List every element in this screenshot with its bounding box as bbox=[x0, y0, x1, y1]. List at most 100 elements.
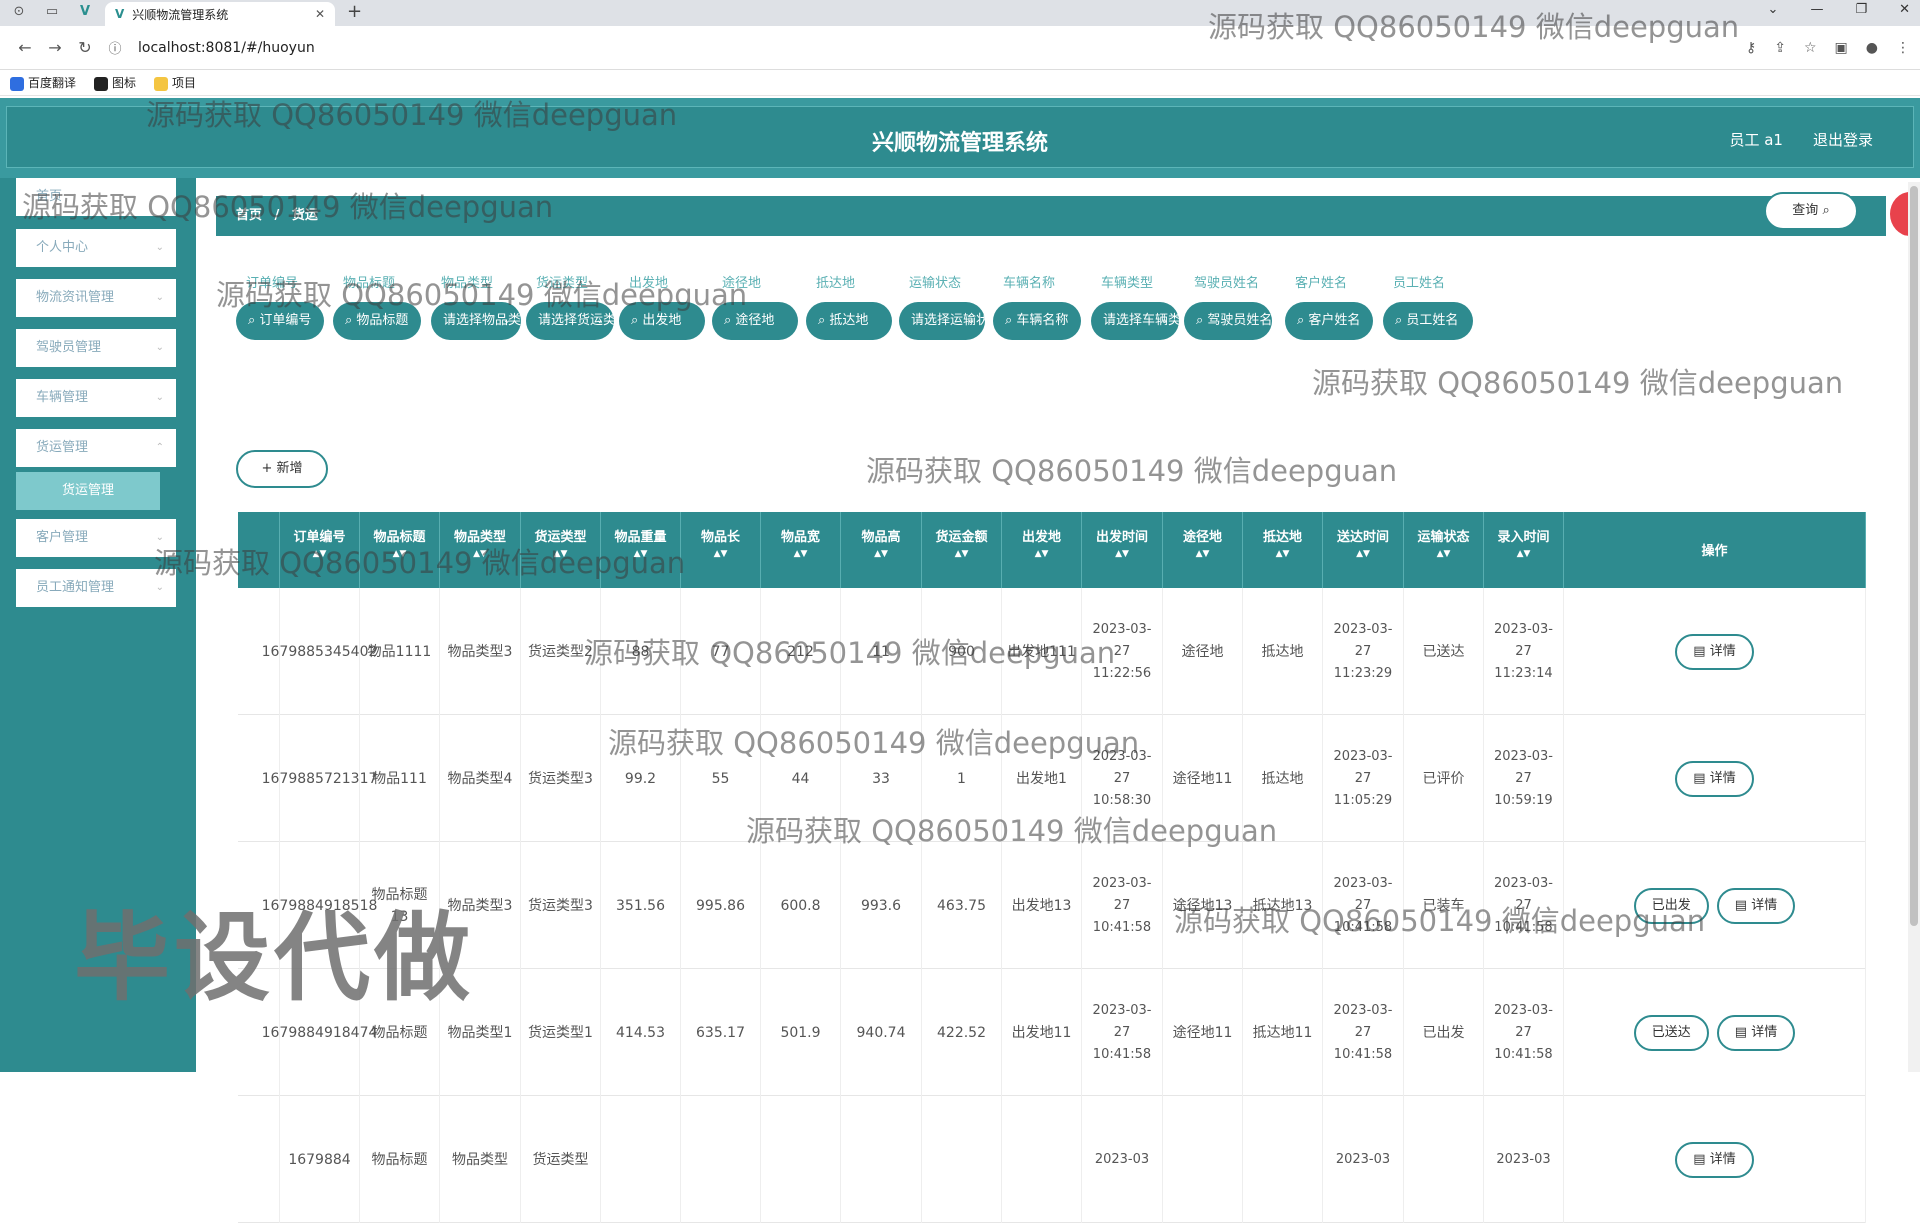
column-header[interactable]: 货运类型 ▲​▼ bbox=[521, 512, 601, 588]
column-header[interactable]: 出发地 ▲​▼ bbox=[1002, 512, 1082, 588]
sort-icon[interactable]: ▲​▼ bbox=[521, 550, 600, 559]
sort-icon[interactable]: ▲​▼ bbox=[1404, 550, 1483, 559]
filter-input[interactable]: ⌕ 员工姓名 bbox=[1383, 302, 1473, 340]
filter-input[interactable]: ⌕ 驾驶员姓名 bbox=[1184, 302, 1272, 340]
column-header[interactable]: 送达时间 ▲​▼ bbox=[1323, 512, 1404, 588]
sort-icon[interactable]: ▲​▼ bbox=[1323, 550, 1403, 559]
status-button[interactable]: 已送达 bbox=[1633, 1014, 1709, 1051]
sort-icon[interactable]: ▲​▼ bbox=[1243, 550, 1322, 559]
sidebar-subitem-freight[interactable]: 货运管理 bbox=[16, 472, 160, 510]
status-button[interactable]: 已出发 bbox=[1633, 887, 1709, 924]
close-tab-icon[interactable]: ✕ bbox=[315, 7, 325, 21]
sidebar-item-vehicles[interactable]: 车辆管理 ⌄ bbox=[16, 379, 176, 417]
table-cell: 351.56 bbox=[601, 842, 681, 969]
url-input[interactable]: localhost:8081/#/huoyun bbox=[138, 40, 315, 56]
restore-icon[interactable]: ❐ bbox=[1855, 2, 1867, 17]
column-header[interactable]: 订单编号 ▲​▼ bbox=[280, 512, 360, 588]
table-cell: 货运类型2 bbox=[521, 588, 601, 715]
column-header[interactable]: 物品宽 ▲​▼ bbox=[761, 512, 841, 588]
sort-icon[interactable]: ▲​▼ bbox=[681, 550, 760, 559]
browser-tab-active[interactable]: V 兴顺物流管理系统 ✕ bbox=[105, 2, 335, 26]
filter-input[interactable]: ⌕ 途径地 bbox=[712, 302, 798, 340]
bookmark-item[interactable]: 项目 bbox=[154, 74, 196, 91]
sort-icon[interactable]: ▲​▼ bbox=[841, 550, 921, 559]
table-cell: 2023-03-27 10:59:19 bbox=[1484, 715, 1564, 842]
sort-icon[interactable]: ▲​▼ bbox=[922, 550, 1001, 559]
filter-input[interactable]: ⌕ 客户姓名 bbox=[1285, 302, 1373, 340]
sort-icon[interactable]: ▲​▼ bbox=[761, 550, 840, 559]
column-header[interactable]: 出发时间 ▲​▼ bbox=[1082, 512, 1163, 588]
sort-icon[interactable]: ▲​▼ bbox=[1082, 550, 1162, 559]
detail-button[interactable]: ▤ 详情 bbox=[1675, 633, 1754, 670]
column-header[interactable]: 物品类型 ▲​▼ bbox=[440, 512, 521, 588]
sidebar-item-home[interactable]: 首页 bbox=[16, 178, 176, 216]
column-header[interactable]: 录入时间 ▲​▼ bbox=[1484, 512, 1564, 588]
sort-icon[interactable]: ▲​▼ bbox=[1002, 550, 1081, 559]
column-header[interactable]: 抵达地 ▲​▼ bbox=[1243, 512, 1323, 588]
scrollbar-thumb[interactable] bbox=[1910, 186, 1918, 926]
logout-link[interactable]: 退出登录 bbox=[1813, 129, 1873, 150]
sort-icon[interactable]: ▲​▼ bbox=[601, 550, 680, 559]
sort-icon[interactable]: ▲​▼ bbox=[360, 550, 439, 559]
filter-input[interactable]: ⌕ 物品标题 bbox=[333, 302, 421, 340]
column-header[interactable]: 运输状态 ▲​▼ bbox=[1404, 512, 1484, 588]
add-button[interactable]: + 新增 bbox=[236, 450, 328, 488]
sidebar-item-freight[interactable]: 货运管理 ⌃ bbox=[16, 429, 176, 467]
close-window-icon[interactable]: ✕ bbox=[1899, 2, 1910, 17]
sort-icon[interactable]: ▲​▼ bbox=[440, 550, 520, 559]
share-icon[interactable]: ⇪ bbox=[1774, 40, 1786, 56]
sidebar-item-drivers[interactable]: 驾驶员管理 ⌄ bbox=[16, 329, 176, 367]
page-scrollbar[interactable] bbox=[1908, 182, 1920, 1072]
filter-input[interactable]: ⌕ 车辆名称 bbox=[993, 302, 1081, 340]
detail-button[interactable]: ▤ 详情 bbox=[1716, 887, 1796, 924]
folder-icon bbox=[154, 76, 169, 91]
column-header[interactable]: 途径地 ▲​▼ bbox=[1163, 512, 1243, 588]
filter-input[interactable]: ⌕ 出发地 bbox=[619, 302, 705, 340]
column-header[interactable]: 物品标题 ▲​▼ bbox=[360, 512, 440, 588]
filter-input[interactable]: ⌕ 订单编号 bbox=[236, 302, 324, 340]
table-cell: 2023-03-27 10:41:58 bbox=[1484, 969, 1564, 1096]
breadcrumb-home[interactable]: 首页 bbox=[236, 208, 262, 223]
column-header[interactable]: 物品长 ▲​▼ bbox=[681, 512, 761, 588]
header-inner: 兴顺物流管理系统 员工 a1 退出登录 bbox=[6, 106, 1914, 168]
bookmark-item[interactable]: 图标 bbox=[94, 74, 136, 91]
column-header[interactable]: 物品重量 ▲​▼ bbox=[601, 512, 681, 588]
back-icon[interactable]: ← bbox=[10, 38, 40, 57]
detail-button[interactable]: ▤ 详情 bbox=[1675, 760, 1754, 797]
reload-icon[interactable]: ↻ bbox=[70, 38, 100, 57]
info-icon[interactable]: ⓘ bbox=[100, 38, 130, 57]
bookmark-item[interactable]: 百度翻译 bbox=[10, 74, 76, 91]
star-icon[interactable]: ☆ bbox=[1804, 40, 1817, 56]
new-tab-icon[interactable]: + bbox=[347, 1, 362, 22]
sidebar-item-notices[interactable]: 员工通知管理 ⌄ bbox=[16, 569, 176, 607]
minimize-icon[interactable]: — bbox=[1810, 2, 1823, 17]
column-header[interactable]: 物品高 ▲​▼ bbox=[841, 512, 922, 588]
filter-input[interactable]: ⌕ 抵达地 bbox=[806, 302, 892, 340]
filter-select[interactable]: 请选择物品类型⌄ bbox=[431, 302, 521, 340]
sort-icon[interactable]: ▲​▼ bbox=[280, 550, 359, 559]
more-icon[interactable]: ⋮ bbox=[1896, 40, 1910, 56]
sidebar-item-news[interactable]: 物流资讯管理 ⌄ bbox=[16, 279, 176, 317]
query-button[interactable]: 查询 ⌕ bbox=[1764, 192, 1858, 230]
forward-icon[interactable]: → bbox=[40, 38, 70, 57]
filter-select[interactable]: 请选择货运类型⌄ bbox=[526, 302, 614, 340]
filter-label: 车辆名称 bbox=[1003, 276, 1056, 291]
vue-tab-icon[interactable]: V bbox=[74, 4, 96, 22]
chevron-down-icon[interactable]: ⌄ bbox=[1768, 2, 1779, 17]
filter-select[interactable]: 请选择车辆类型⌄ bbox=[1091, 302, 1179, 340]
key-icon[interactable]: ⚷ bbox=[1746, 40, 1756, 56]
pinned-tab-icon[interactable]: ▭ bbox=[41, 4, 63, 22]
detail-button[interactable]: ▤ 详情 bbox=[1716, 1014, 1796, 1051]
table-cell: 出发地11 bbox=[1002, 969, 1082, 1096]
detail-button[interactable]: ▤ 详情 bbox=[1675, 1141, 1754, 1178]
profile-icon[interactable]: ● bbox=[1866, 40, 1878, 56]
sort-icon[interactable]: ▲​▼ bbox=[1163, 550, 1242, 559]
sidebar-item-customers[interactable]: 客户管理 ⌄ bbox=[16, 519, 176, 557]
filter-select[interactable]: 请选择运输状态⌄ bbox=[899, 302, 985, 340]
browser-menu-icon[interactable]: ⊙ bbox=[8, 4, 30, 22]
sidepanel-icon[interactable]: ▣ bbox=[1835, 40, 1848, 56]
column-header[interactable]: 货运金额 ▲​▼ bbox=[922, 512, 1002, 588]
sidebar-item-profile[interactable]: 个人中心 ⌄ bbox=[16, 229, 176, 267]
sort-icon[interactable]: ▲​▼ bbox=[1484, 550, 1563, 559]
chevron-down-icon: ⌄ bbox=[1160, 315, 1169, 326]
